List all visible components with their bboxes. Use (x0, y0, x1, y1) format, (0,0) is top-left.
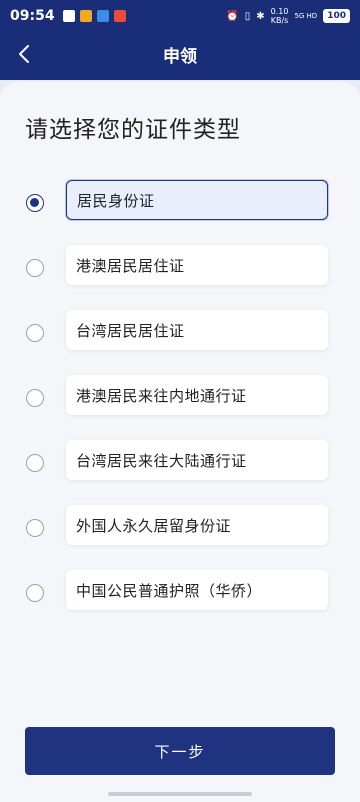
app-notification-icon-2 (96, 10, 109, 22)
status-bar: 09:54 ⏰ ▯ ✱ 0.10 KB/s 5G HD 100 (0, 0, 360, 32)
chevron-left-icon (19, 45, 29, 63)
network-speed: 0.10 KB/s (270, 7, 289, 25)
radio-button[interactable] (26, 259, 44, 277)
status-right: ⏰ ▯ ✱ 0.10 KB/s 5G HD 100 (226, 7, 350, 25)
id-type-option[interactable]: 台湾居民居住证 (0, 310, 360, 358)
id-type-option-label[interactable]: 港澳居民居住证 (66, 245, 328, 285)
app-notification-icon-3 (113, 10, 126, 22)
id-type-option[interactable]: 港澳居民来往内地通行证 (0, 375, 360, 423)
battery-icon: 100 (323, 9, 350, 23)
id-type-option[interactable]: 台湾居民来往大陆通行证 (0, 440, 360, 488)
radio-button[interactable] (26, 324, 44, 342)
section-heading: 请选择您的证件类型 (25, 117, 241, 143)
id-type-option[interactable]: 中国公民普通护照（华侨） (0, 570, 360, 618)
id-type-option-label[interactable]: 中国公民普通护照（华侨） (66, 570, 328, 610)
next-button[interactable]: 下一步 (25, 727, 335, 775)
id-type-option-label[interactable]: 台湾居民居住证 (66, 310, 328, 350)
id-type-option[interactable]: 港澳居民居住证 (0, 245, 360, 293)
radio-button[interactable] (26, 454, 44, 472)
app-bar: 申领 (0, 32, 360, 76)
bluetooth-icon: ✱ (256, 10, 265, 22)
id-type-option-label[interactable]: 台湾居民来往大陆通行证 (66, 440, 328, 480)
home-indicator[interactable] (108, 792, 252, 796)
back-button[interactable] (8, 38, 40, 70)
id-type-option[interactable]: 居民身份证 (0, 180, 360, 228)
radio-button[interactable] (26, 584, 44, 602)
id-type-option-label[interactable]: 居民身份证 (66, 180, 328, 220)
id-type-option-label[interactable]: 外国人永久居留身份证 (66, 505, 328, 545)
app-notification-icon (79, 10, 92, 22)
signal-icon: 5G HD (294, 12, 318, 20)
id-type-option-label[interactable]: 港澳居民来往内地通行证 (66, 375, 328, 415)
page-title: 申领 (163, 46, 197, 67)
status-time: 09:54 (10, 8, 55, 24)
radio-button[interactable] (26, 389, 44, 407)
radio-button[interactable] (26, 519, 44, 537)
id-type-option[interactable]: 外国人永久居留身份证 (0, 505, 360, 553)
vibrate-icon: ▯ (244, 10, 251, 22)
radio-button[interactable] (26, 194, 44, 212)
alarm-icon: ⏰ (226, 10, 239, 22)
notification-icon (62, 10, 75, 22)
